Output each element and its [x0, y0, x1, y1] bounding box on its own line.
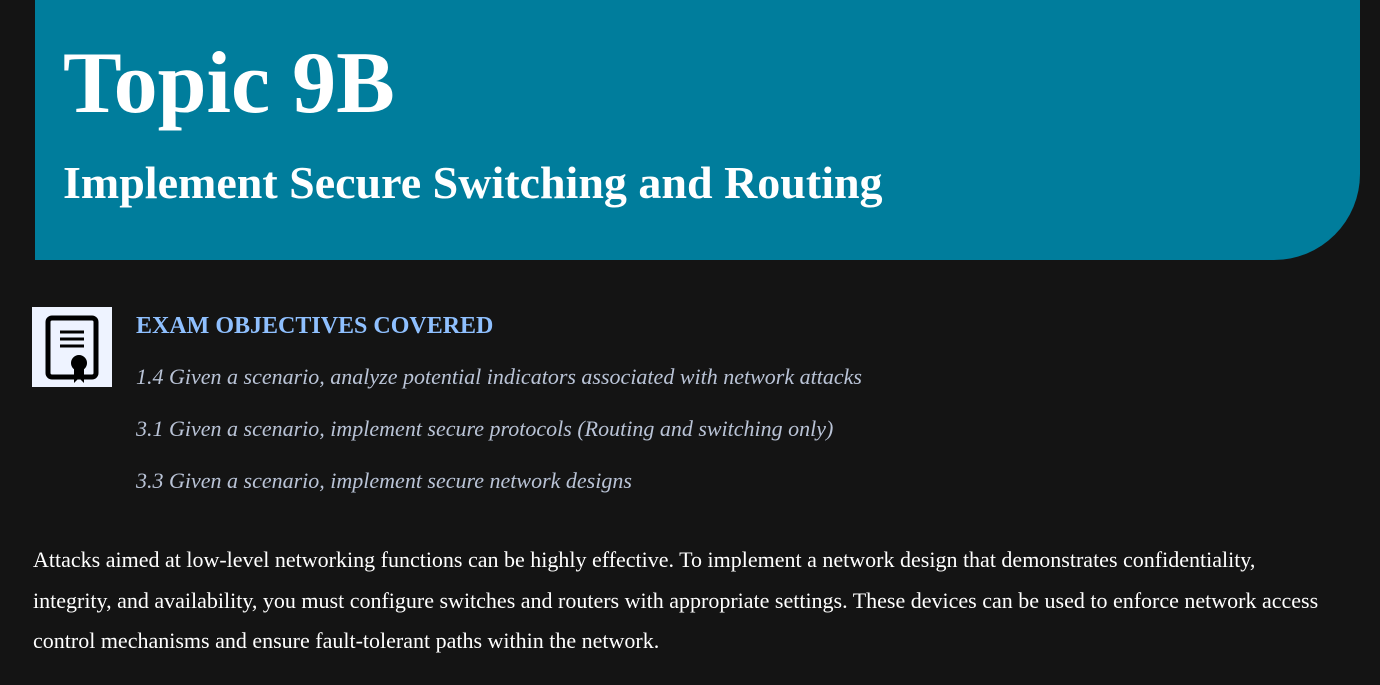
topic-title: Topic 9B: [63, 35, 395, 132]
objective-item: 3.1 Given a scenario, implement secure p…: [136, 416, 834, 441]
objective-item: 1.4 Given a scenario, analyze potential …: [136, 364, 862, 389]
topic-subtitle: Implement Secure Switching and Routing: [63, 157, 883, 208]
exam-objectives: EXAM OBJECTIVES COVERED 1.4 Given a scen…: [136, 310, 1236, 496]
objective-list: 1.4 Given a scenario, analyze potential …: [136, 362, 1236, 496]
topic-banner: Topic 9B Implement Secure Switching and …: [35, 0, 1360, 260]
objectives-heading: EXAM OBJECTIVES COVERED: [136, 313, 494, 339]
intro-paragraph: Attacks aimed at low-level networking fu…: [33, 547, 1319, 653]
objective-item: 3.3 Given a scenario, implement secure n…: [136, 468, 632, 493]
certificate-icon: [32, 307, 112, 387]
